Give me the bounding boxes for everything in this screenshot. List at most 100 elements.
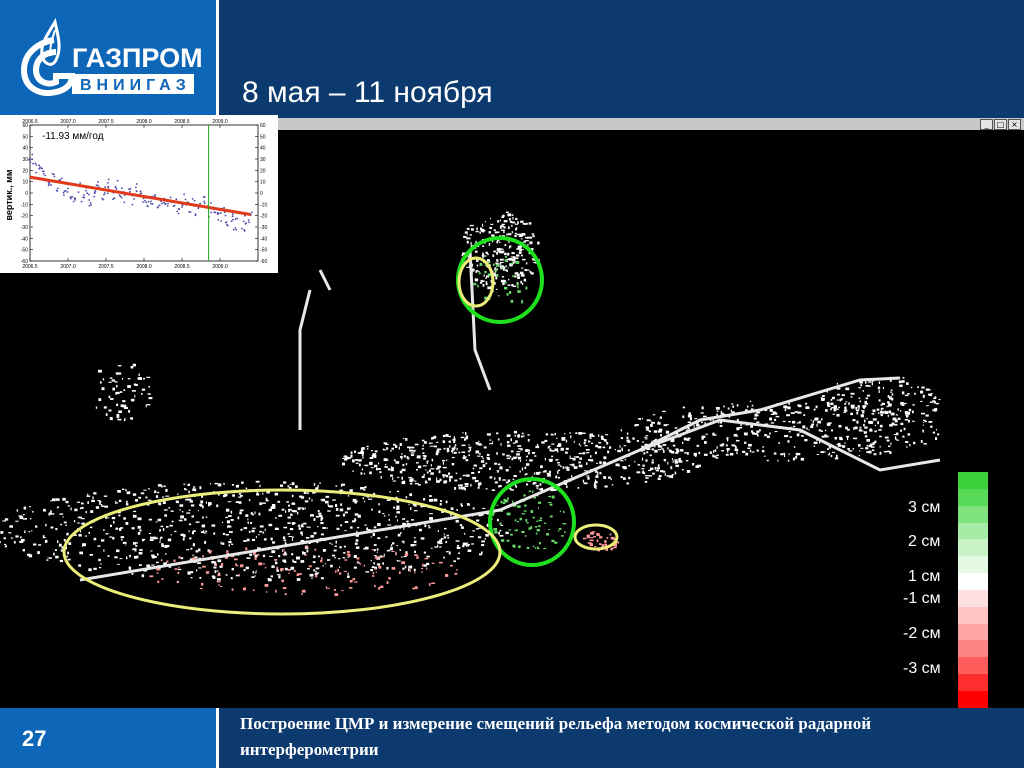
x-tick-label: 2007.5	[98, 264, 114, 270]
y-tick-label: -50	[21, 248, 28, 254]
data-point	[116, 179, 119, 182]
data-point	[85, 189, 87, 192]
data-point	[213, 211, 216, 214]
data-point	[235, 229, 238, 231]
data-point	[139, 192, 142, 195]
data-point	[220, 220, 223, 222]
data-point	[93, 195, 96, 198]
data-point	[193, 199, 196, 202]
x-tick-label: 2007.0	[60, 264, 76, 270]
y-tick-label: -20	[260, 214, 267, 220]
data-point	[129, 190, 131, 193]
data-point	[63, 190, 66, 192]
data-point	[210, 211, 213, 214]
data-point	[53, 175, 56, 178]
data-point	[121, 187, 123, 190]
data-point	[232, 228, 235, 231]
data-point	[107, 182, 109, 184]
data-point	[80, 200, 83, 203]
legend-label: 3 см	[908, 499, 941, 516]
data-point	[145, 201, 148, 204]
data-point	[79, 182, 82, 184]
data-point	[217, 219, 220, 221]
data-point	[226, 223, 228, 226]
data-point	[90, 203, 92, 206]
data-point	[94, 190, 97, 192]
y-tick-label: 0	[260, 191, 263, 197]
data-point	[41, 167, 44, 170]
data-point	[42, 173, 45, 175]
maximize-icon[interactable]: □	[994, 119, 1007, 130]
footer-number-panel: 27	[0, 708, 216, 768]
header-divider	[216, 0, 219, 118]
data-point	[29, 161, 32, 164]
y-tick-label: -10	[260, 202, 267, 208]
data-point	[77, 191, 80, 193]
data-point	[166, 205, 169, 207]
data-point	[60, 177, 63, 180]
data-point	[97, 181, 99, 183]
data-point	[191, 198, 194, 200]
data-point	[184, 198, 187, 201]
data-point	[44, 174, 47, 177]
data-point	[70, 197, 72, 200]
data-point	[234, 218, 237, 221]
data-point	[67, 187, 69, 190]
legend-swatch	[958, 589, 988, 607]
page-number: 27	[22, 726, 47, 751]
data-point	[224, 214, 227, 217]
data-point	[181, 206, 183, 208]
data-point	[106, 192, 109, 195]
data-point	[72, 200, 75, 203]
data-point	[87, 193, 90, 196]
x-tick-label: 2007.5	[98, 119, 114, 125]
chart-ylabel: вертик., мм	[4, 169, 14, 220]
data-point	[203, 202, 206, 205]
data-point	[133, 198, 136, 200]
data-point	[167, 202, 169, 205]
minimize-icon[interactable]: _	[980, 119, 993, 130]
data-point	[73, 197, 76, 200]
data-point	[62, 191, 65, 194]
legend-label: 2 см	[908, 533, 941, 550]
data-point	[219, 212, 222, 214]
data-point	[56, 187, 59, 190]
data-point	[34, 162, 37, 165]
data-point	[120, 196, 123, 199]
data-point	[35, 164, 38, 166]
legend-swatch	[958, 573, 988, 590]
displacement-chart: 60 60 50 50 40 40 30 30 20 20 10 10 0 0 -10 -10 -20 -20 -3…	[0, 115, 278, 273]
data-point	[38, 164, 40, 167]
data-point	[178, 208, 181, 211]
legend-swatch	[958, 539, 988, 557]
chart-annotation: -11.93 мм/год	[42, 131, 104, 142]
x-tick-label: 2007.0	[60, 119, 76, 125]
data-point	[203, 200, 206, 203]
map-window-titlebar: _ □ ×	[270, 118, 1024, 130]
data-point	[245, 222, 248, 224]
data-point	[42, 170, 45, 173]
legend-swatch	[958, 606, 988, 624]
gazprom-vniigaz-logo: ГАЗПРОМ ВНИИГАЗ	[20, 17, 203, 96]
y-tick-label: 50	[260, 134, 266, 140]
y-tick-label: -60	[260, 259, 267, 265]
data-point	[107, 186, 110, 189]
x-tick-label: 2009.0	[212, 119, 228, 125]
data-point	[150, 200, 153, 203]
data-point	[156, 206, 159, 209]
close-icon[interactable]: ×	[1008, 119, 1021, 130]
legend-swatch	[958, 556, 988, 574]
data-point	[53, 173, 55, 176]
data-point	[101, 197, 104, 200]
y-tick-label: 20	[260, 168, 266, 174]
y-tick-label: 0	[25, 191, 28, 197]
data-point	[175, 198, 178, 201]
data-point	[63, 194, 65, 196]
y-tick-label: 10	[22, 180, 28, 186]
data-point	[183, 193, 186, 196]
data-point	[223, 206, 226, 209]
y-tick-label: 30	[260, 157, 266, 163]
legend-swatch	[958, 488, 988, 506]
x-tick-label: 2009.0	[212, 264, 228, 270]
data-point	[135, 190, 138, 192]
